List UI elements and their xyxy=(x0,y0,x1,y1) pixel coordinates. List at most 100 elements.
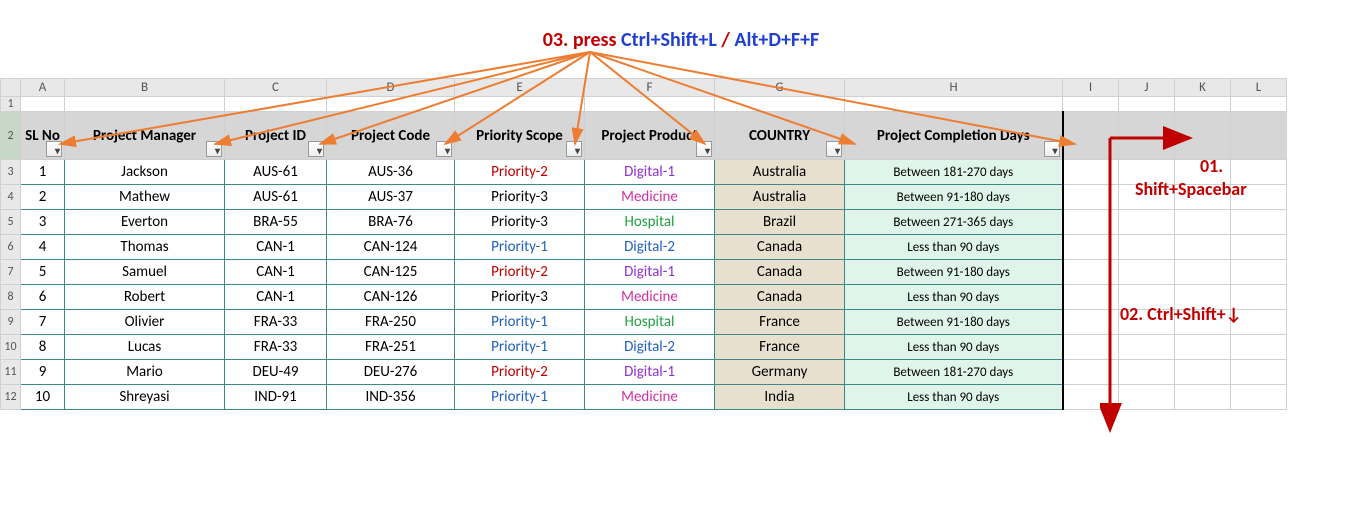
col-header-E[interactable]: E xyxy=(455,79,585,97)
cell-L6[interactable] xyxy=(1231,235,1287,260)
col-header-G[interactable]: G xyxy=(715,79,845,97)
cell-mgr[interactable]: Mathew xyxy=(65,185,225,210)
cell-sl[interactable]: 2 xyxy=(21,185,65,210)
cell-days[interactable]: Between 181-270 days xyxy=(845,160,1063,185)
hdr-country[interactable]: COUNTRY xyxy=(715,112,845,160)
cell-sl[interactable]: 4 xyxy=(21,235,65,260)
col-header-K[interactable]: K xyxy=(1175,79,1231,97)
cell-sl[interactable]: 8 xyxy=(21,335,65,360)
cell-days[interactable]: Less than 90 days xyxy=(845,335,1063,360)
cell-mgr[interactable]: Jackson xyxy=(65,160,225,185)
cell-L11[interactable] xyxy=(1231,360,1287,385)
cell-country[interactable]: Canada xyxy=(715,285,845,310)
cell-product[interactable]: Digital-2 xyxy=(585,235,715,260)
cell-L5[interactable] xyxy=(1231,210,1287,235)
cell-mgr[interactable]: Lucas xyxy=(65,335,225,360)
cell-J6[interactable] xyxy=(1119,235,1175,260)
row-header-8[interactable]: 8 xyxy=(1,285,21,310)
cell-pid[interactable]: FRA-33 xyxy=(225,310,327,335)
cell-product[interactable]: Digital-1 xyxy=(585,160,715,185)
cell-mgr[interactable]: Robert xyxy=(65,285,225,310)
cell-I12[interactable] xyxy=(1063,385,1119,410)
cell-country[interactable]: Australia xyxy=(715,160,845,185)
cell-pcode[interactable]: DEU-276 xyxy=(327,360,455,385)
cell-pid[interactable]: CAN-1 xyxy=(225,285,327,310)
cell-I6[interactable] xyxy=(1063,235,1119,260)
cell-pid[interactable]: CAN-1 xyxy=(225,235,327,260)
cell-K6[interactable] xyxy=(1175,235,1231,260)
cell-pcode[interactable]: IND-356 xyxy=(327,385,455,410)
hdr-sl-no[interactable]: SL No xyxy=(21,112,65,160)
cell-pid[interactable]: AUS-61 xyxy=(225,160,327,185)
cell-days[interactable]: Between 181-270 days xyxy=(845,360,1063,385)
col-header-A[interactable]: A xyxy=(21,79,65,97)
cell-L12[interactable] xyxy=(1231,385,1287,410)
cell-L10[interactable] xyxy=(1231,335,1287,360)
row-header-9[interactable]: 9 xyxy=(1,310,21,335)
cell-pid[interactable]: BRA-55 xyxy=(225,210,327,235)
cell-days[interactable]: Between 91-180 days xyxy=(845,310,1063,335)
cell-days[interactable]: Between 91-180 days xyxy=(845,185,1063,210)
cell-country[interactable]: Brazil xyxy=(715,210,845,235)
col-header-B[interactable]: B xyxy=(65,79,225,97)
cell-I2[interactable] xyxy=(1063,112,1119,160)
cell-K7[interactable] xyxy=(1175,260,1231,285)
select-all-corner[interactable] xyxy=(1,79,21,97)
cell-sl[interactable]: 10 xyxy=(21,385,65,410)
cell-mgr[interactable]: Olivier xyxy=(65,310,225,335)
col-header-H[interactable]: H xyxy=(845,79,1063,97)
cell-pid[interactable]: DEU-49 xyxy=(225,360,327,385)
cell-mgr[interactable]: Everton xyxy=(65,210,225,235)
col-header-F[interactable]: F xyxy=(585,79,715,97)
cell-pcode[interactable]: CAN-124 xyxy=(327,235,455,260)
cell-priority[interactable]: Priority-1 xyxy=(455,335,585,360)
cell-country[interactable]: Canada xyxy=(715,235,845,260)
cell-K11[interactable] xyxy=(1175,360,1231,385)
row-header-10[interactable]: 10 xyxy=(1,335,21,360)
cell-country[interactable]: Australia xyxy=(715,185,845,210)
cell-sl[interactable]: 5 xyxy=(21,260,65,285)
cell-country[interactable]: India xyxy=(715,385,845,410)
cell-priority[interactable]: Priority-3 xyxy=(455,210,585,235)
row-header-3[interactable]: 3 xyxy=(1,160,21,185)
spreadsheet-grid[interactable]: A B C D E F G H I J K L 1 2 SL No Projec… xyxy=(0,78,1287,410)
cell-mgr[interactable]: Shreyasi xyxy=(65,385,225,410)
cell-I9[interactable] xyxy=(1063,310,1119,335)
cell-priority[interactable]: Priority-3 xyxy=(455,285,585,310)
cell-pcode[interactable]: BRA-76 xyxy=(327,210,455,235)
cell-priority[interactable]: Priority-2 xyxy=(455,160,585,185)
cell-priority[interactable]: Priority-1 xyxy=(455,235,585,260)
row-header-2[interactable]: 2 xyxy=(1,112,21,160)
cell-I8[interactable] xyxy=(1063,285,1119,310)
cell-pcode[interactable]: CAN-125 xyxy=(327,260,455,285)
cell-I10[interactable] xyxy=(1063,335,1119,360)
cell-J5[interactable] xyxy=(1119,210,1175,235)
cell-pcode[interactable]: CAN-126 xyxy=(327,285,455,310)
col-header-I[interactable]: I xyxy=(1063,79,1119,97)
hdr-project-id[interactable]: Project ID xyxy=(225,112,327,160)
cell-product[interactable]: Hospital xyxy=(585,310,715,335)
cell-sl[interactable]: 7 xyxy=(21,310,65,335)
cell-country[interactable]: Germany xyxy=(715,360,845,385)
cell-sl[interactable]: 3 xyxy=(21,210,65,235)
row-header-5[interactable]: 5 xyxy=(1,210,21,235)
cell-pid[interactable]: FRA-33 xyxy=(225,335,327,360)
cell-product[interactable]: Digital-1 xyxy=(585,260,715,285)
cell-mgr[interactable]: Samuel xyxy=(65,260,225,285)
cell-pid[interactable]: AUS-61 xyxy=(225,185,327,210)
cell-I4[interactable] xyxy=(1063,185,1119,210)
cell-priority[interactable]: Priority-2 xyxy=(455,260,585,285)
row-header-1[interactable]: 1 xyxy=(1,97,21,112)
cell-L2[interactable] xyxy=(1231,112,1287,160)
cell-product[interactable]: Medicine xyxy=(585,285,715,310)
cell-I7[interactable] xyxy=(1063,260,1119,285)
row-header-4[interactable]: 4 xyxy=(1,185,21,210)
cell-product[interactable]: Medicine xyxy=(585,185,715,210)
row-header-11[interactable]: 11 xyxy=(1,360,21,385)
cell-days[interactable]: Less than 90 days xyxy=(845,285,1063,310)
cell-country[interactable]: Canada xyxy=(715,260,845,285)
cell-L7[interactable] xyxy=(1231,260,1287,285)
cell-pid[interactable]: IND-91 xyxy=(225,385,327,410)
cell-sl[interactable]: 1 xyxy=(21,160,65,185)
cell-mgr[interactable]: Mario xyxy=(65,360,225,385)
